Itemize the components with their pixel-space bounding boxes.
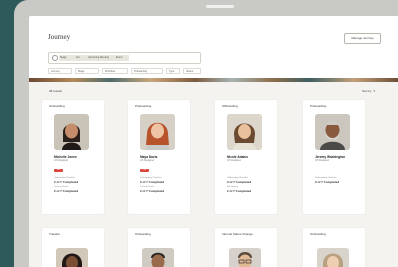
page-header: Journey Manage Journey Stage Act Upcomin… (29, 16, 398, 79)
filter-onboarding[interactable]: Onboarding (131, 68, 163, 74)
search-chip-act[interactable]: Act (75, 55, 87, 61)
journey-card-1[interactable]: Onboarding Michelle Jones UX Designer La… (42, 100, 104, 214)
card-stage: Onboarding (49, 104, 65, 108)
avatar-man-beard (315, 114, 350, 150)
card-stage: Offboarding (222, 104, 238, 108)
sort-label: Sort by (362, 89, 372, 93)
card-stage: Onboarding (135, 232, 151, 236)
checklist-progress: 2 of 7 Completed (315, 180, 340, 184)
app-screen: Journey Manage Journey Stage Act Upcomin… (29, 16, 398, 267)
journey-card-3[interactable]: Offboarding Nicole Adams UX Designer Off… (215, 100, 277, 214)
checklist-label: Preboarding Checklist (140, 177, 162, 179)
filter-type[interactable]: Type (166, 68, 180, 74)
filter-journey[interactable]: Journey (48, 68, 72, 74)
journey-card-5[interactable]: Transfer (42, 228, 104, 267)
checklist-progress: 2 of 7 Completed (54, 180, 79, 184)
camera-bar (206, 5, 234, 8)
avatar-woman-dark-hair (54, 114, 89, 150)
checklist-progress: 2 of 7 Completed (227, 180, 252, 184)
checklist-label: Preboarding Checklist (315, 177, 337, 179)
filter-status[interactable]: Status (183, 68, 201, 74)
journey-card-6[interactable]: Onboarding (128, 228, 190, 267)
day-check-label: 1st Day Check (54, 186, 69, 188)
day-check-label: 1st Day Check (140, 186, 155, 188)
filter-row: Journey Stage Workflow Onboarding Type S… (48, 68, 248, 74)
search-chip-stage[interactable]: Stage (59, 55, 75, 61)
journey-card-7[interactable]: Internal Status Change (215, 228, 277, 267)
checklist-label: Offboarding Checklist (227, 177, 248, 179)
card-stage: Preboarding (310, 104, 327, 108)
status-badge: Late (54, 169, 63, 172)
decorative-stripe (29, 78, 398, 82)
avatar-woman-brown-hair (227, 114, 262, 150)
card-stage: Internal Status Change (222, 232, 253, 236)
checklist-label: Onboarding Checklist (54, 177, 75, 179)
manage-journey-button[interactable]: Manage Journey (344, 33, 381, 44)
exit-survey-label: Exit Survey (227, 186, 239, 188)
employee-role: UX Designer (227, 159, 242, 162)
journey-card-8[interactable]: Onboarding (303, 228, 365, 267)
card-stage: Onboarding (310, 232, 326, 236)
day-check-progress: 2 of 7 Completed (54, 189, 79, 193)
results-count: 38 results (49, 89, 63, 93)
card-stage: Transfer (49, 232, 61, 236)
journey-card-4[interactable]: Preboarding Jeremy Washington UX Designe… (303, 100, 365, 214)
avatar-man-smile (142, 248, 174, 267)
page-title: Journey (48, 33, 71, 41)
search-icon (52, 55, 58, 61)
employee-role: UX Designer (54, 159, 69, 162)
search-input[interactable]: Stage Act Upcoming Meeting Event (48, 52, 201, 64)
avatar-person-dark-hair (56, 248, 88, 267)
employee-role: UX Designer (140, 159, 155, 162)
exit-survey-progress: 2 of 7 Completed (227, 189, 252, 193)
card-stage: Preboarding (135, 104, 152, 108)
search-chip-event[interactable]: Event (115, 55, 129, 61)
search-chip-upcoming-meeting[interactable]: Upcoming Meeting (87, 55, 115, 61)
status-badge: Late (140, 169, 149, 172)
day-check-progress: 2 of 7 Completed (140, 189, 165, 193)
avatar-person-light-hair (317, 248, 349, 267)
avatar-man-glasses (229, 248, 261, 267)
employee-role: UX Designer (315, 159, 330, 162)
sort-dropdown[interactable]: Sort by ▾ (362, 89, 375, 93)
filter-stage[interactable]: Stage (75, 68, 99, 74)
chevron-down-icon: ▾ (373, 89, 376, 93)
filter-workflow[interactable]: Workflow (102, 68, 128, 74)
journey-card-2[interactable]: Preboarding Maya Davis UX Designer Late … (128, 100, 190, 214)
avatar-woman-red-hair (140, 114, 175, 150)
checklist-progress: 2 of 7 Completed (140, 180, 165, 184)
